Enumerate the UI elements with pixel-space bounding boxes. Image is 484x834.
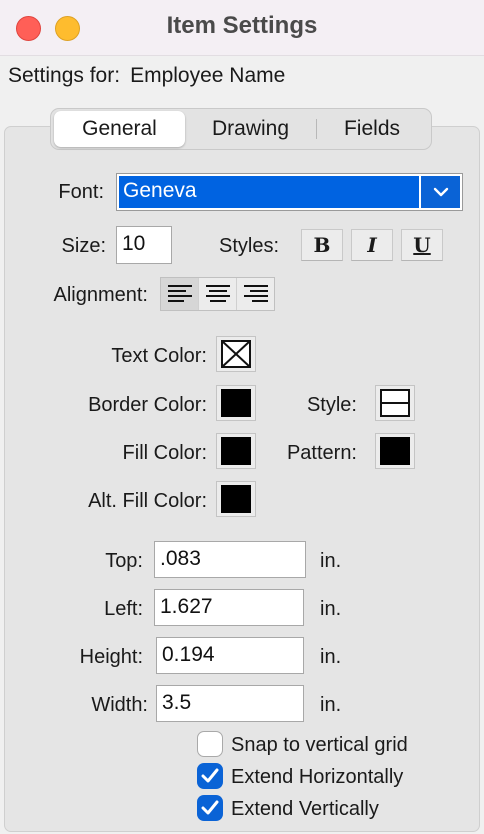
top-input[interactable]: .083 [154,541,306,578]
tab-general-label: General [82,117,157,140]
snap-to-grid-label[interactable]: Snap to vertical grid [231,734,408,757]
font-select-value: Geneva [119,176,419,208]
alignment-control [160,277,275,311]
alt-fill-color-fill [221,485,251,513]
left-label: Left: [104,598,143,620]
tab-general[interactable]: General [54,111,185,147]
underline-icon: U [413,233,431,257]
text-color-swatch[interactable] [216,336,256,372]
extend-horizontally-label[interactable]: Extend Horizontally [231,766,403,789]
width-input[interactable]: 3.5 [156,685,304,722]
top-label: Top: [105,550,143,572]
align-center-button[interactable] [199,278,237,310]
underline-button[interactable]: U [401,229,443,261]
size-input[interactable]: 10 [116,226,172,264]
alt-fill-color-swatch[interactable] [216,481,256,517]
border-color-swatch[interactable] [216,385,256,421]
tab-bar: General Drawing Fields [50,108,432,150]
height-unit: in. [320,646,342,668]
left-unit: in. [320,598,342,620]
alt-fill-color-label: Alt. Fill Color: [88,490,207,512]
chevron-down-icon[interactable] [420,176,460,208]
pattern-label: Pattern: [286,442,357,464]
alignment-label: Alignment: [53,284,149,306]
fill-color-swatch[interactable] [216,433,256,469]
italic-icon: I [367,233,377,257]
fill-color-fill [221,437,251,465]
border-color-fill [221,389,251,417]
bold-button[interactable]: B [301,229,343,261]
size-label: Size: [61,235,106,257]
align-left-icon [167,285,192,302]
height-input[interactable]: 0.194 [156,637,304,674]
extend-horizontally-checkbox[interactable] [197,763,223,789]
tab-fields-label: Fields [343,117,401,140]
line-style-icon [380,389,410,417]
snap-to-grid-checkbox[interactable] [197,731,223,757]
settings-for-label: Settings for: [8,64,121,87]
text-color-label: Text Color: [111,345,207,367]
italic-button[interactable]: I [351,229,393,261]
bold-icon: B [313,233,331,257]
align-center-icon [205,285,230,302]
style-label: Style: [306,394,357,416]
align-left-button[interactable] [161,278,199,310]
left-input[interactable]: 1.627 [154,589,304,626]
window-title: Item Settings [166,12,318,39]
align-right-icon [243,285,268,302]
pattern-swatch[interactable] [375,433,415,469]
pattern-fill [380,437,410,465]
tab-drawing-label: Drawing [211,117,290,140]
checkmark-icon [201,768,219,783]
tab-drawing[interactable]: Drawing [185,111,316,147]
styles-label: Styles: [219,235,280,257]
title-bar: Item Settings [0,0,484,56]
width-unit: in. [320,694,342,716]
extend-vertically-checkbox[interactable] [197,795,223,821]
no-color-icon [221,340,251,368]
font-select[interactable]: Geneva [116,173,463,211]
border-style-swatch[interactable] [375,385,415,421]
width-label: Width: [91,694,148,716]
top-unit: in. [320,550,342,572]
fill-color-label: Fill Color: [122,442,207,464]
height-label: Height: [79,646,143,668]
font-label: Font: [58,181,104,203]
align-right-button[interactable] [237,278,274,310]
checkmark-icon [201,800,219,815]
border-color-label: Border Color: [88,394,207,416]
settings-for-row: Settings for: Employee Name [8,64,285,88]
settings-for-value: Employee Name [130,64,286,87]
tab-fields[interactable]: Fields [317,111,427,147]
extend-vertically-label[interactable]: Extend Vertically [231,798,379,821]
